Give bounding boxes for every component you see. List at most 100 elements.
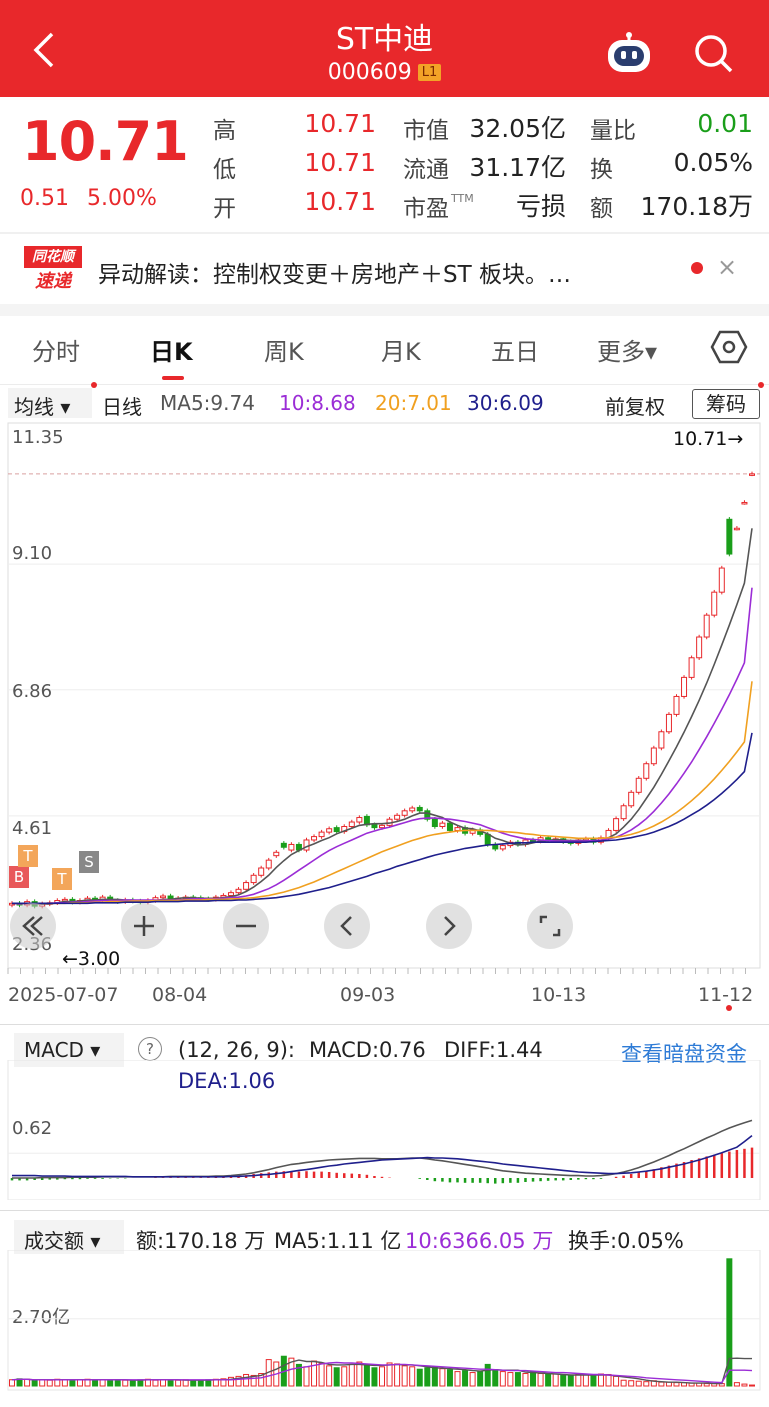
- chips-button[interactable]: 筹码: [692, 389, 760, 419]
- x-tick: 08-04: [152, 984, 208, 1006]
- last-price: 10.71: [22, 110, 189, 173]
- candle-body: [741, 501, 748, 505]
- candle-body: [688, 657, 695, 678]
- ma-line-ma5: [11, 528, 753, 905]
- volume-bar: [454, 1371, 461, 1387]
- volume-bar: [152, 1379, 159, 1387]
- float-label: 流通: [403, 157, 449, 183]
- diff-line: [12, 1119, 753, 1179]
- scroll-left-fast-button[interactable]: [10, 903, 56, 949]
- amount-value: 170.18万: [640, 192, 753, 221]
- t-signal[interactable]: T: [18, 845, 38, 867]
- candle-body: [416, 806, 423, 812]
- y-tick: 11.35: [12, 427, 64, 448]
- candle-body: [454, 827, 461, 831]
- stock-code-row: 000609 L1: [0, 60, 769, 85]
- volume-bar: [39, 1379, 46, 1387]
- candle-body: [333, 827, 340, 833]
- volume-bar: [567, 1374, 574, 1387]
- y-tick: 4.61: [12, 818, 53, 839]
- scroll-left-button[interactable]: [324, 903, 370, 949]
- fullscreen-button[interactable]: [527, 903, 573, 949]
- volume-bar: [363, 1364, 370, 1387]
- stock-code: 000609: [327, 60, 412, 85]
- fullscreen-icon: [539, 915, 561, 937]
- tab-underline: [162, 376, 184, 380]
- volume-bar: [333, 1367, 340, 1387]
- volume-bar: [114, 1379, 121, 1387]
- volume-bar: [122, 1379, 129, 1387]
- candle-body: [446, 822, 453, 831]
- volume-bar: [484, 1363, 491, 1387]
- candle-body: [348, 821, 355, 828]
- price-change: 0.51: [20, 186, 69, 211]
- volume-bar: [726, 1258, 733, 1387]
- candle-body: [718, 567, 725, 593]
- kline-chart[interactable]: [0, 420, 769, 1020]
- volume-bar: [492, 1369, 499, 1387]
- volume-bar: [243, 1373, 250, 1387]
- tab-intraday[interactable]: 分时: [32, 332, 80, 367]
- robot-icon[interactable]: [605, 32, 653, 74]
- candle-body: [288, 843, 295, 851]
- x-tick: 2025-07-07: [8, 984, 119, 1006]
- zoom-in-button[interactable]: [121, 903, 167, 949]
- chevron-left-icon: [340, 916, 352, 936]
- macd-params: (12, 26, 9):: [178, 1038, 295, 1062]
- candle-body: [643, 763, 650, 779]
- candle-body: [628, 791, 635, 807]
- candle-body: [749, 473, 755, 476]
- candle-body: [733, 527, 740, 531]
- close-icon[interactable]: ×: [717, 253, 737, 281]
- ma5-value: MA5:9.74: [160, 391, 255, 415]
- level-badge[interactable]: L1: [417, 64, 442, 81]
- tab-five-day[interactable]: 五日: [491, 332, 539, 367]
- low-value: 10.71: [304, 148, 376, 177]
- adjust-mode[interactable]: 前复权: [605, 391, 665, 420]
- volume-bar: [167, 1379, 174, 1387]
- candle-body: [681, 676, 688, 697]
- tab-weekly-k[interactable]: 周K: [264, 332, 304, 367]
- hexagon-settings-icon[interactable]: [710, 330, 748, 364]
- high-label: 高: [213, 118, 236, 144]
- sell-signal[interactable]: S: [79, 851, 99, 873]
- buy-signal[interactable]: B: [9, 866, 29, 888]
- volume-bar: [76, 1379, 83, 1387]
- volume-bar: [424, 1367, 431, 1387]
- volume-chart[interactable]: [0, 1250, 769, 1400]
- volume-bar: [175, 1379, 182, 1387]
- candle-body: [318, 831, 325, 838]
- unread-dot: [691, 262, 703, 274]
- tab-monthly-k[interactable]: 月K: [381, 332, 421, 367]
- help-icon[interactable]: ?: [138, 1037, 162, 1061]
- stock-name: ST中迪: [335, 22, 434, 57]
- price-change-pct: 5.00%: [86, 186, 157, 211]
- volume-bar: [129, 1379, 136, 1387]
- candle-body: [394, 814, 401, 820]
- y-tick: 9.10: [12, 543, 53, 564]
- latest-price-marker: 10.71→: [673, 428, 744, 450]
- volume-bar: [31, 1379, 38, 1387]
- scroll-right-button[interactable]: [426, 903, 472, 949]
- volume-bar: [673, 1382, 680, 1387]
- volume-bar: [326, 1365, 333, 1387]
- t-signal[interactable]: T: [52, 868, 72, 890]
- volume-bar: [303, 1366, 310, 1387]
- candle-body: [61, 898, 68, 902]
- volume-bar: [749, 1384, 755, 1387]
- y-tick: 6.86: [12, 681, 53, 702]
- volume-bar: [99, 1379, 106, 1387]
- volume-bar: [741, 1383, 748, 1387]
- tab-daily-k[interactable]: 日K: [150, 332, 193, 367]
- volume-bar: [24, 1378, 31, 1387]
- news-text[interactable]: 异动解读：控制权变更＋房地产＋ST 板块。…: [98, 255, 571, 289]
- volume-bar: [658, 1381, 665, 1387]
- tab-more[interactable]: 更多▾: [597, 332, 657, 367]
- macd-chart[interactable]: [0, 1060, 769, 1200]
- search-icon[interactable]: [692, 32, 734, 74]
- update-dot: [758, 382, 764, 388]
- volume-bar: [431, 1366, 438, 1387]
- candle-body: [665, 713, 672, 733]
- zoom-out-button[interactable]: [223, 903, 269, 949]
- candle-body: [280, 842, 287, 848]
